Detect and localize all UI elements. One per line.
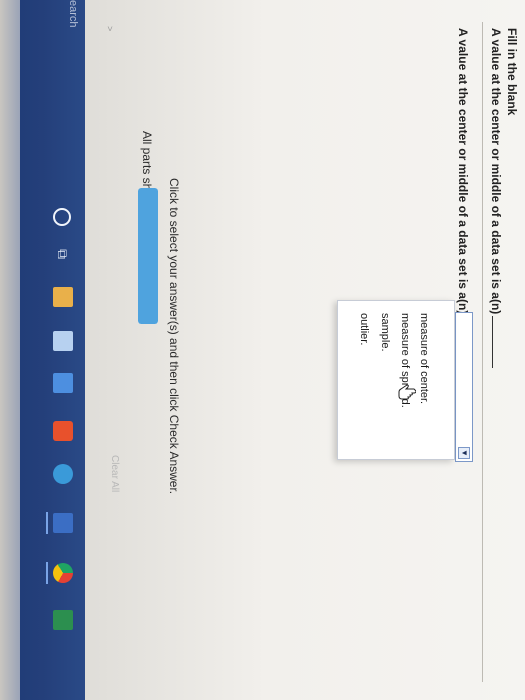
divider bbox=[482, 22, 483, 682]
task-view-icon[interactable]: ⧉ bbox=[53, 244, 73, 264]
option-measure-of-center[interactable]: measure of center. bbox=[418, 313, 430, 404]
clear-all-button[interactable]: Clear All bbox=[109, 455, 120, 492]
excel-icon[interactable] bbox=[53, 610, 73, 630]
question-heading: Fill in the blank bbox=[505, 28, 519, 116]
chevron-right-icon: > bbox=[105, 26, 115, 32]
active-app-indicator bbox=[46, 512, 48, 534]
edge-icon[interactable] bbox=[53, 464, 73, 484]
parts-progress-fill bbox=[138, 188, 158, 324]
triangle-down-icon[interactable]: ▼ bbox=[458, 447, 470, 459]
question-panel: Fill in the blank A value at the center … bbox=[55, 0, 525, 700]
mail-icon[interactable] bbox=[53, 373, 73, 393]
office-icon[interactable] bbox=[53, 421, 73, 441]
taskbar-search[interactable]: earch bbox=[67, 0, 79, 28]
question-statement: A value at the center or middle of a dat… bbox=[489, 28, 503, 369]
answer-select[interactable]: ▼ bbox=[455, 312, 473, 462]
instruction-text: Click to select your answer(s) and then … bbox=[167, 178, 181, 495]
answer-dropdown-menu: measure of center. measure of spread. sa… bbox=[337, 300, 455, 460]
parts-progress-bar bbox=[138, 188, 158, 324]
photo-frame: Fill in the blank A value at the center … bbox=[0, 0, 525, 700]
question-statement-text: A value at the center or middle of a dat… bbox=[489, 28, 503, 315]
hand-cursor-icon bbox=[398, 384, 416, 400]
monitor-bezel bbox=[0, 0, 20, 700]
chrome-icon[interactable] bbox=[53, 563, 73, 583]
option-sample[interactable]: sample. bbox=[379, 313, 391, 352]
word-icon[interactable] bbox=[53, 513, 73, 533]
cortana-icon[interactable] bbox=[53, 208, 71, 226]
answer-blank bbox=[492, 316, 493, 369]
screen: Fill in the blank A value at the center … bbox=[0, 0, 525, 700]
store-icon[interactable] bbox=[53, 331, 73, 351]
file-explorer-icon[interactable] bbox=[53, 287, 73, 307]
option-outlier[interactable]: outlier. bbox=[358, 313, 370, 345]
active-app-indicator bbox=[46, 562, 48, 584]
question-prompt: A value at the center or middle of a dat… bbox=[456, 28, 470, 315]
